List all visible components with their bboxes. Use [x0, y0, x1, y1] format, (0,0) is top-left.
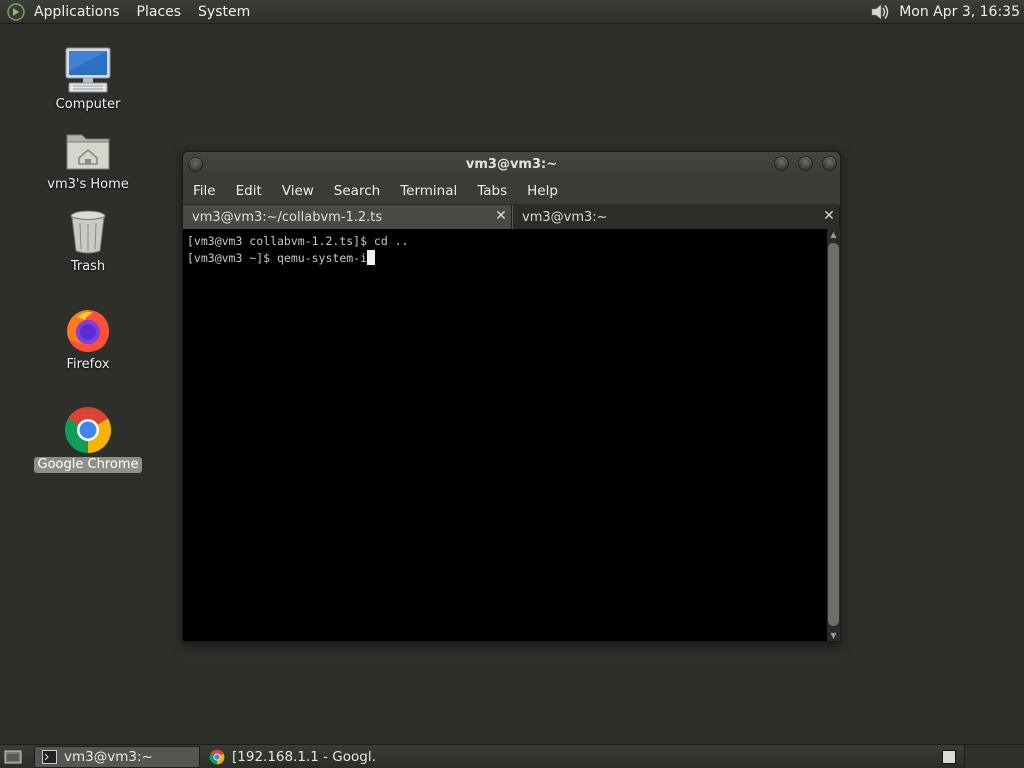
scroll-up-icon[interactable]: ▲ [827, 229, 840, 241]
terminal-window[interactable]: vm3@vm3:~ File Edit View Search Terminal… [182, 151, 841, 642]
terminal-line: [vm3@vm3 collabvm-1.2.ts]$ cd .. [187, 234, 409, 248]
text-cursor [367, 250, 376, 265]
tab-home[interactable]: vm3@vm3:~ ✕ [512, 205, 840, 229]
tab-label: vm3@vm3:~/collabvm-1.2.ts [192, 209, 383, 225]
taskbar-item-terminal[interactable]: vm3@vm3:~ [34, 745, 200, 768]
volume-icon[interactable] [868, 1, 892, 23]
places-menu[interactable]: Places [137, 4, 182, 20]
scrollbar-thumb[interactable] [828, 243, 839, 626]
taskbar-item-label: vm3@vm3:~ [64, 748, 153, 765]
window-controls [774, 156, 837, 171]
taskbar-item-label: [192.168.1.1 - Googl… [232, 748, 375, 765]
terminal-tabbar: vm3@vm3:~/collabvm-1.2.ts ✕ vm3@vm3:~ ✕ [183, 204, 840, 229]
trash-icon [62, 206, 114, 258]
desktop-icon-label: Computer [55, 97, 121, 112]
menu-file[interactable]: File [193, 183, 216, 199]
top-panel: Applications Places System Mon Apr 3, 16… [0, 0, 1024, 24]
system-menu[interactable]: System [198, 4, 250, 20]
terminal-icon [41, 749, 57, 765]
window-titlebar[interactable]: vm3@vm3:~ [183, 152, 840, 177]
panel-tray: Mon Apr 3, 16:35 [868, 0, 1024, 24]
home-folder-icon [62, 124, 114, 176]
desktop-icon-label: Firefox [66, 357, 110, 372]
gnome-foot-icon[interactable] [5, 1, 27, 23]
maximize-button[interactable] [798, 156, 813, 171]
terminal-line-text: [vm3@vm3 ~]$ qemu-system-i [187, 251, 368, 265]
computer-icon [62, 44, 114, 96]
terminal-prompt-line: [vm3@vm3 ~]$ qemu-system-i [187, 250, 824, 267]
desktop-icon-label: Trash [70, 259, 106, 274]
workspace-switcher[interactable] [942, 749, 956, 764]
close-button[interactable] [822, 156, 837, 171]
desktop-icon-google-chrome[interactable]: Google Chrome [33, 404, 143, 473]
menu-view[interactable]: View [282, 183, 314, 199]
desktop-icon-trash[interactable]: Trash [38, 206, 138, 275]
tab-collabvm[interactable]: vm3@vm3:~/collabvm-1.2.ts ✕ [183, 205, 512, 229]
window-title: vm3@vm3:~ [465, 157, 558, 172]
desktop-icon-firefox[interactable]: Firefox [38, 304, 138, 373]
terminal-output[interactable]: [vm3@vm3 collabvm-1.2.ts]$ cd .. [vm3@vm… [183, 229, 828, 641]
show-desktop-icon[interactable] [1, 746, 25, 768]
close-icon[interactable]: ✕ [494, 209, 508, 223]
desktop-icon-label: vm3's Home [47, 177, 129, 192]
clock[interactable]: Mon Apr 3, 16:35 [899, 4, 1020, 20]
chrome-icon [62, 404, 114, 456]
menu-edit[interactable]: Edit [236, 183, 262, 199]
chrome-icon [209, 749, 225, 765]
tab-label: vm3@vm3:~ [522, 209, 608, 225]
applications-menu[interactable]: Applications [34, 4, 120, 20]
menu-help[interactable]: Help [527, 183, 558, 199]
menu-search[interactable]: Search [334, 183, 380, 199]
scroll-down-icon[interactable]: ▼ [827, 630, 840, 641]
minimize-button[interactable] [774, 156, 789, 171]
close-icon[interactable]: ✕ [822, 209, 836, 223]
terminal-menubar: File Edit View Search Terminal Tabs Help [183, 177, 840, 204]
firefox-icon [62, 304, 114, 356]
menu-terminal[interactable]: Terminal [400, 183, 457, 199]
bottom-panel: vm3@vm3:~ [192.168.1.1 - Googl… [0, 744, 1024, 768]
menu-tabs[interactable]: Tabs [477, 183, 507, 199]
desktop-icon-computer[interactable]: Computer [38, 44, 138, 113]
desktop-icon-label: Google Chrome [33, 457, 143, 473]
taskbar-item-chrome[interactable]: [192.168.1.1 - Googl… [203, 746, 375, 768]
desktop-icon-home[interactable]: vm3's Home [38, 124, 138, 193]
terminal-scrollbar[interactable]: ▲ ▼ [827, 229, 840, 641]
workspace-area[interactable] [964, 745, 1024, 768]
